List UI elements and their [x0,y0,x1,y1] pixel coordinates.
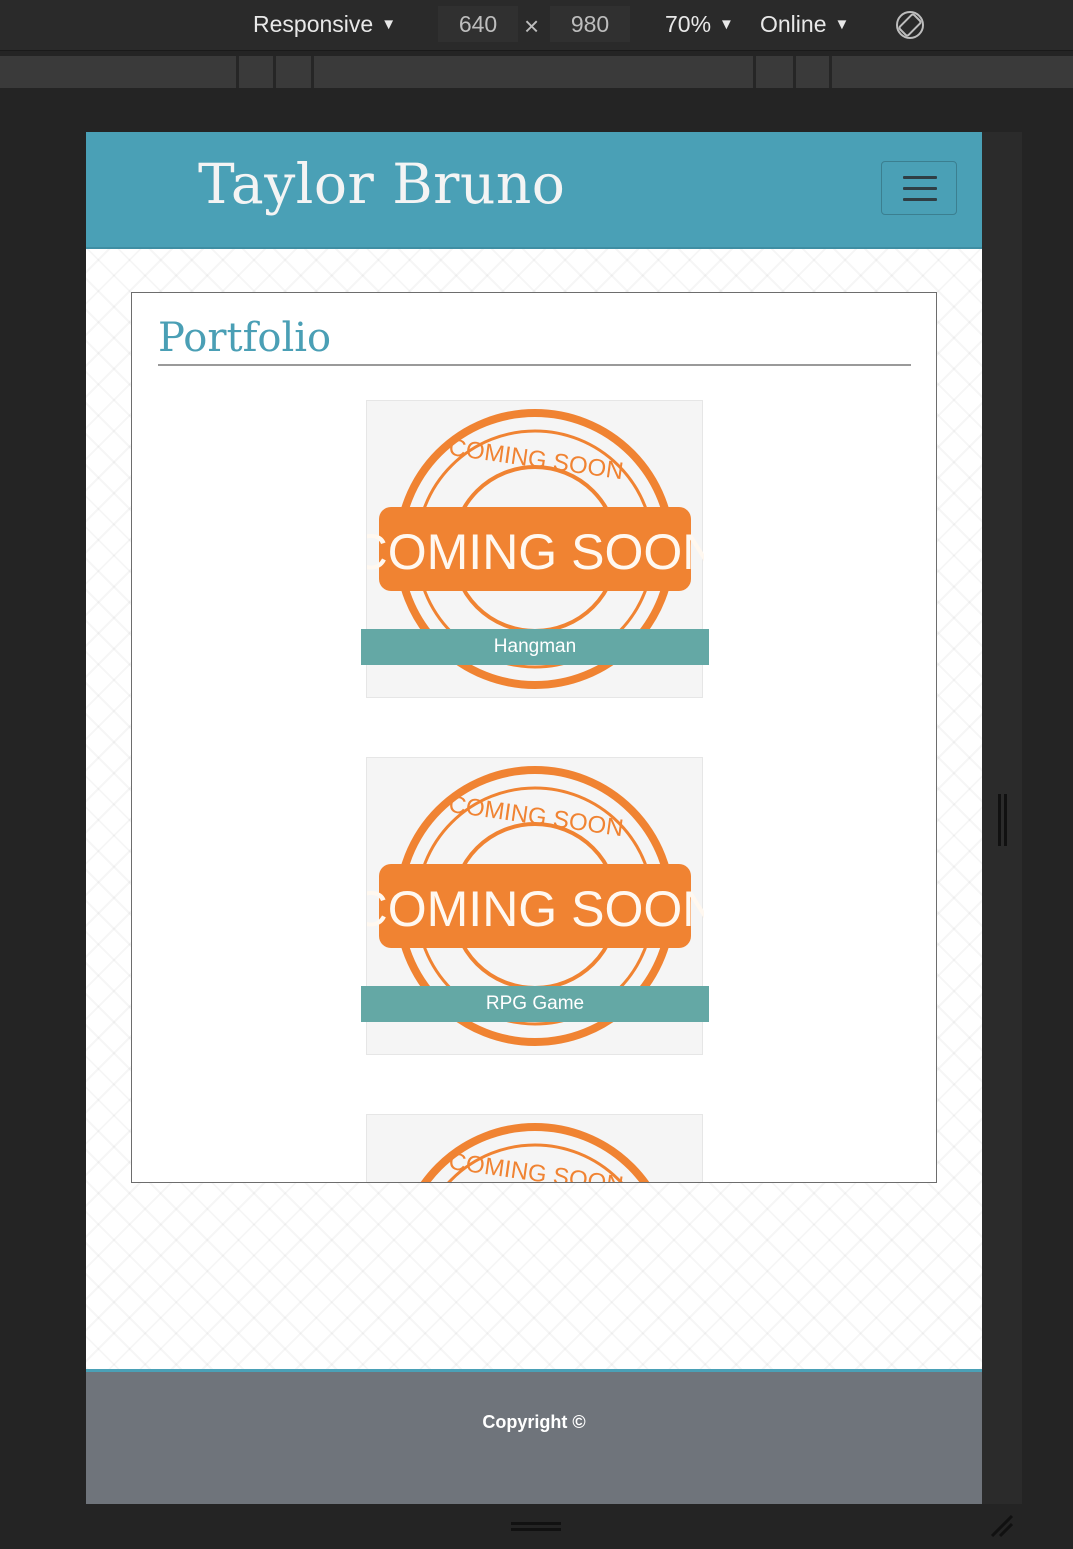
network-label: Online [760,11,827,37]
network-select[interactable]: Online ▼ [760,9,849,40]
height-input[interactable]: 980 [550,6,630,42]
width-input[interactable]: 640 [438,6,518,42]
coming-soon-badge: COMING SOON [420,1123,650,1183]
dimension-separator: × [524,11,540,41]
media-query-segment[interactable] [753,56,792,88]
zoom-select[interactable]: 70% ▼ [665,9,734,40]
zoom-label: 70% [665,11,712,37]
device-label: Responsive [253,11,374,37]
media-query-segment[interactable] [829,56,1072,88]
badge-main-text: COMING SOON [367,524,704,580]
copyright-text: Copyright © [482,1412,586,1432]
resize-handle-icon[interactable] [511,1520,561,1532]
hamburger-icon [903,176,937,179]
site-header: Taylor Bruno [86,132,982,249]
project-card[interactable]: COMING SOON COMING SOON Hangman [361,400,709,698]
caret-down-icon: ▼ [834,16,850,33]
media-query-segment[interactable] [273,56,312,88]
hamburger-icon [903,187,937,190]
project-label[interactable]: Hangman [361,629,709,665]
project-label[interactable]: RPG Game [361,986,709,1022]
caret-down-icon: ▼ [719,16,734,33]
hamburger-icon [903,198,937,201]
project-card[interactable]: COMING SOON [366,1114,703,1183]
media-query-segment[interactable] [793,56,830,88]
badge-arc-text: COMING SOON [447,434,625,485]
device-select[interactable]: Responsive ▼ [253,9,396,40]
site-footer: Copyright © [86,1369,982,1504]
resize-handle-icon[interactable] [997,794,1009,846]
media-query-bar [0,56,1073,88]
portfolio-section: Portfolio COMING SOON COMING SOON Hangma… [131,292,937,1183]
badge-arc-text: COMING SOON [447,791,625,842]
devtools-toolbar: Responsive ▼ 640 × 980 70% ▼ Online ▼ [0,0,1073,51]
resize-handle-icon[interactable] [988,1512,1016,1540]
portfolio-heading: Portfolio [158,315,332,361]
media-query-segment[interactable] [311,56,754,88]
project-card[interactable]: COMING SOON COMING SOON RPG Game [361,757,709,1055]
device-viewport: Taylor Bruno Portfolio COMING SOON COMIN… [86,132,982,1504]
badge-arc-text: COMING SOON [447,1148,625,1183]
badge-main-text: COMING SOON [367,881,704,937]
site-title[interactable]: Taylor Bruno [198,152,565,216]
rotate-icon[interactable] [894,9,926,41]
menu-toggle-button[interactable] [881,161,957,215]
heading-divider [158,364,911,366]
caret-down-icon: ▼ [381,16,397,33]
media-query-segment[interactable] [236,56,273,88]
